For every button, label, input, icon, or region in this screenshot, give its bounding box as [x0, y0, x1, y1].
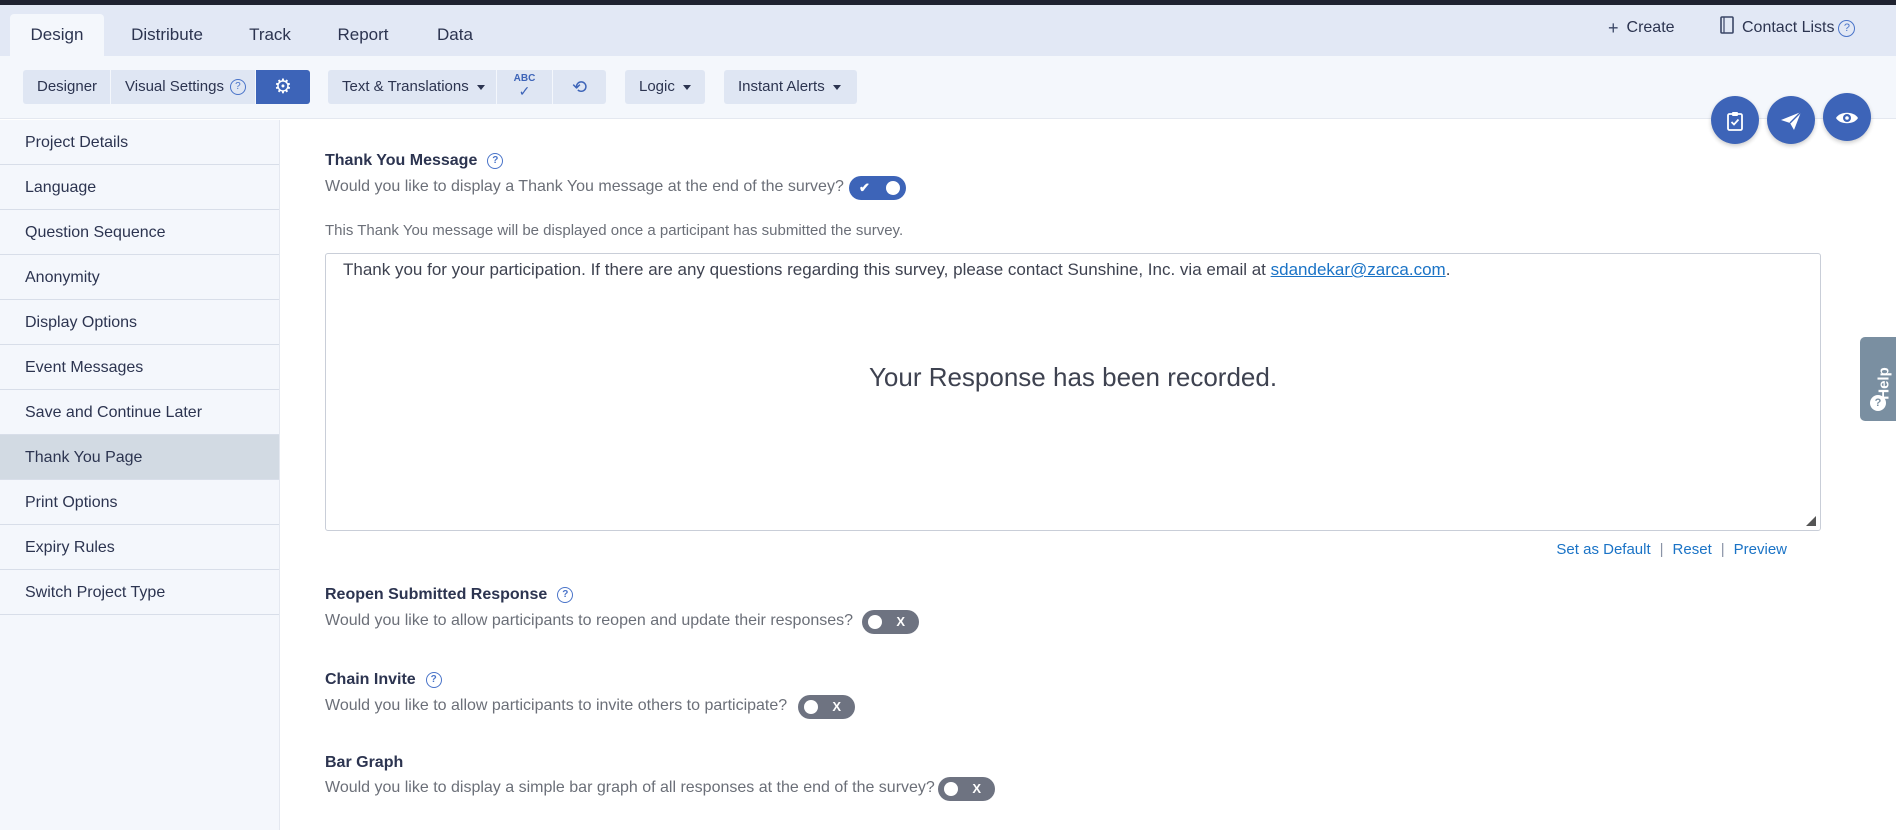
find-replace-button[interactable]: ⟲: [553, 70, 606, 104]
reopen-response-toggle[interactable]: X: [862, 610, 919, 634]
instant-alerts-label: Instant Alerts: [738, 78, 825, 95]
sidebar-item-expiry-rules[interactable]: Expiry Rules: [0, 525, 279, 570]
question-icon: ?: [1870, 395, 1886, 411]
editor-message-end: .: [1445, 260, 1451, 279]
thank-you-message-toggle[interactable]: ✔: [849, 176, 906, 200]
sidebar-item-print-options[interactable]: Print Options: [0, 480, 279, 525]
spellcheck-icon: ABC ✓: [513, 72, 536, 99]
sidebar-item-thank-you-page[interactable]: Thank You Page: [0, 435, 279, 480]
toggle-knob: [804, 700, 818, 714]
logic-dropdown[interactable]: Logic: [625, 70, 705, 104]
instant-alerts-dropdown[interactable]: Instant Alerts: [724, 70, 857, 104]
thank-you-message-question: Would you like to display a Thank You me…: [325, 178, 844, 195]
tab-data[interactable]: Data: [430, 14, 480, 56]
reopen-response-title-text: Reopen Submitted Response: [325, 586, 548, 603]
spellcheck-button[interactable]: ABC ✓: [497, 70, 552, 104]
design-toolbar: Designer Visual Settings? ⚙ Text & Trans…: [0, 56, 1896, 119]
x-icon: X: [972, 781, 981, 796]
visual-settings-button[interactable]: Visual Settings?: [111, 70, 255, 104]
toggle-knob: [886, 181, 900, 195]
chain-invite-title: Chain Invite?: [325, 671, 442, 689]
help-icon[interactable]: ?: [557, 586, 574, 603]
thank-you-message-title: Thank You Message?: [325, 152, 504, 170]
address-book-icon: [1720, 5, 1734, 51]
preview-link[interactable]: Preview: [1734, 541, 1787, 558]
reset-link[interactable]: Reset: [1673, 541, 1712, 558]
text-translations-dropdown[interactable]: Text & Translations: [328, 70, 496, 104]
bar-graph-title: Bar Graph: [325, 754, 404, 771]
checkmark-icon: ✔: [859, 180, 870, 195]
action-separator: |: [1659, 541, 1664, 558]
help-icon[interactable]: ?: [425, 671, 442, 688]
gear-icon: ⚙: [274, 76, 292, 98]
sidebar-item-switch-project-type[interactable]: Switch Project Type: [0, 570, 279, 615]
find-replace-icon: ⟲: [571, 77, 588, 97]
sidebar-item-event-messages[interactable]: Event Messages: [0, 345, 279, 390]
help-icon[interactable]: ?: [487, 152, 504, 169]
resize-handle-icon[interactable]: [1806, 516, 1816, 526]
chain-invite-question: Would you like to allow participants to …: [325, 697, 788, 714]
tab-distribute[interactable]: Distribute: [120, 14, 214, 56]
toggle-knob: [868, 615, 882, 629]
tab-track[interactable]: Track: [244, 14, 296, 56]
tab-report[interactable]: Report: [330, 14, 396, 56]
action-separator: |: [1720, 541, 1725, 558]
sidebar-item-display-options[interactable]: Display Options: [0, 300, 279, 345]
x-icon: X: [832, 699, 841, 714]
help-side-tab[interactable]: Help ?: [1860, 337, 1896, 421]
thank-you-message-editor[interactable]: Thank you for your participation. If the…: [325, 253, 1821, 531]
contact-email-link[interactable]: sdandekar@zarca.com: [1271, 260, 1446, 279]
help-icon[interactable]: ?: [1838, 19, 1856, 37]
thank-you-page-settings: Thank You Message? Would you like to dis…: [282, 120, 1896, 830]
designer-button[interactable]: Designer: [23, 70, 110, 104]
chevron-down-icon: [832, 84, 841, 90]
editor-body-text: Thank you for your participation. If the…: [343, 260, 1450, 280]
chevron-down-icon: [476, 84, 485, 90]
help-icon[interactable]: ?: [229, 79, 246, 96]
contact-lists-button[interactable]: Contact Lists?: [1720, 5, 1890, 51]
sidebar-item-question-sequence[interactable]: Question Sequence: [0, 210, 279, 255]
visual-settings-label: Visual Settings: [125, 78, 224, 95]
text-translations-label: Text & Translations: [342, 78, 469, 95]
plus-icon: +: [1608, 18, 1619, 38]
editor-message-text: Thank you for your participation. If the…: [343, 260, 1271, 279]
reopen-response-question: Would you like to allow participants to …: [325, 612, 854, 629]
chain-invite-toggle[interactable]: X: [798, 695, 855, 719]
sidebar-item-language[interactable]: Language: [0, 165, 279, 210]
settings-gear-button[interactable]: ⚙: [256, 70, 310, 104]
thank-you-note: This Thank You message will be displayed…: [325, 222, 904, 239]
toggle-knob: [944, 782, 958, 796]
tab-design[interactable]: Design: [10, 14, 104, 56]
set-as-default-link[interactable]: Set as Default: [1556, 541, 1650, 558]
reopen-response-title: Reopen Submitted Response?: [325, 586, 574, 604]
settings-sidebar: Project Details Language Question Sequen…: [0, 120, 280, 830]
editor-actions: Set as Default | Reset | Preview: [1556, 541, 1787, 558]
sidebar-item-anonymity[interactable]: Anonymity: [0, 255, 279, 300]
chevron-down-icon: [682, 84, 691, 90]
bar-graph-question: Would you like to display a simple bar g…: [325, 779, 935, 796]
sidebar-item-project-details[interactable]: Project Details: [0, 120, 279, 165]
create-label: Create: [1626, 19, 1675, 37]
designer-label: Designer: [37, 78, 98, 95]
chain-invite-title-text: Chain Invite: [325, 671, 416, 688]
sidebar-item-save-continue-later[interactable]: Save and Continue Later: [0, 390, 279, 435]
create-button[interactable]: + Create: [1608, 5, 1688, 51]
x-icon: X: [896, 614, 905, 629]
bar-graph-toggle[interactable]: X: [938, 777, 995, 801]
logic-label: Logic: [639, 78, 675, 95]
thank-you-message-title-text: Thank You Message: [325, 152, 478, 169]
editor-response-recorded-text: Your Response has been recorded.: [868, 362, 1278, 392]
contact-lists-label: Contact Lists: [1742, 19, 1835, 37]
